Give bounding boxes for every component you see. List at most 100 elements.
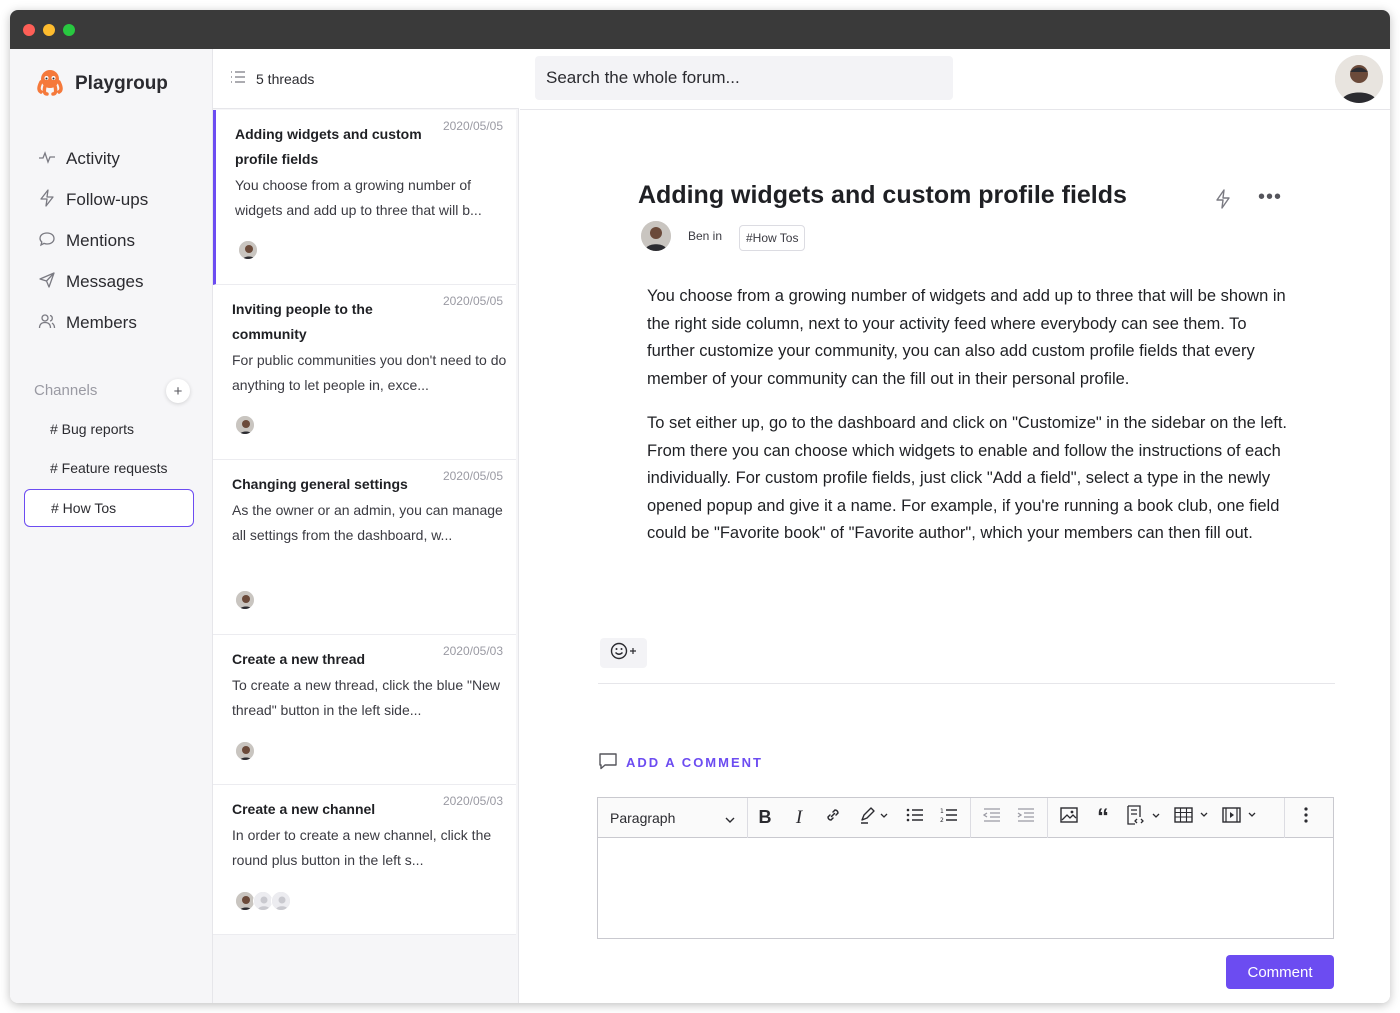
thread-excerpt: For public communities you don't need to… <box>232 352 507 393</box>
bulleted-list-icon <box>906 807 924 828</box>
nav-item-label: Activity <box>66 149 120 168</box>
thread-list-header: 5 threads <box>213 49 519 109</box>
thread-item[interactable]: Changing general settings 2020/05/05 As … <box>213 460 516 635</box>
italic-button[interactable]: I <box>782 798 816 838</box>
thread-excerpt: As the owner or an admin, you can manage… <box>232 502 503 543</box>
minimize-window-button[interactable] <box>43 24 55 36</box>
paragraph-format-value: Paragraph <box>610 809 676 826</box>
thread-title: Changing general settings <box>232 476 408 492</box>
brand-name: Playgroup <box>75 73 168 94</box>
avatar <box>235 415 255 435</box>
activity-icon <box>38 148 66 171</box>
send-icon <box>38 271 66 294</box>
thread-list: 5 threads Adding widgets and custom prof… <box>213 49 519 1003</box>
post-author: Ben in <box>688 229 723 243</box>
thread-title: Create a new thread <box>232 651 366 667</box>
bolt-icon <box>38 188 66 212</box>
brand[interactable]: Playgroup <box>35 69 168 99</box>
thread-item[interactable]: Create a new channel 2020/05/03 In order… <box>213 785 516 935</box>
user-avatar[interactable] <box>1335 55 1383 103</box>
toolbar-separator <box>970 797 971 838</box>
bold-button[interactable]: B <box>748 798 782 838</box>
svg-text:2: 2 <box>940 817 944 823</box>
add-reaction-button[interactable] <box>600 638 647 668</box>
submit-comment-button[interactable]: Comment <box>1226 955 1334 989</box>
thread-title: Adding widgets and custom profile fields <box>235 126 422 167</box>
octopus-logo-icon <box>35 68 65 101</box>
code-block-icon <box>1126 805 1162 830</box>
link-icon <box>824 806 842 829</box>
thread-participants <box>235 741 255 761</box>
thread-excerpt: To create a new thread, click the blue "… <box>232 677 500 718</box>
blockquote-button[interactable]: “ <box>1086 798 1120 838</box>
indent-icon <box>1017 807 1035 828</box>
add-channel-button[interactable]: + <box>166 379 190 403</box>
outdent-button[interactable] <box>975 798 1009 838</box>
comment-icon <box>598 752 626 773</box>
channel-feature-requests[interactable]: # Feature requests <box>24 449 194 487</box>
nav-item-label: Follow-ups <box>66 190 149 209</box>
list-icon <box>230 70 256 87</box>
more-options-icon[interactable]: ••• <box>1258 186 1282 209</box>
editor-toolbar: Paragraph B I 12 “ <box>598 797 1333 838</box>
nav-item-mentions[interactable]: Mentions <box>38 227 135 255</box>
avatar <box>235 891 255 911</box>
avatar-placeholder <box>253 891 273 911</box>
avatar <box>235 741 255 761</box>
italic-icon: I <box>795 806 803 828</box>
people-icon <box>38 312 66 335</box>
insert-table-button[interactable] <box>1168 798 1216 838</box>
channel-tag[interactable]: #How Tos <box>739 225 806 251</box>
avatar <box>238 240 258 260</box>
thread-participants <box>235 415 255 435</box>
thread-item[interactable]: Inviting people to the community 2020/05… <box>213 285 516 460</box>
channel-how-tos[interactable]: # How Tos <box>24 489 194 527</box>
nav-item-activity[interactable]: Activity <box>38 145 120 173</box>
image-icon <box>1060 807 1078 828</box>
app-window: Playgroup Activity Follow-ups Mentions M… <box>10 10 1390 1003</box>
nav-item-label: Messages <box>66 272 144 291</box>
nav-item-messages[interactable]: Messages <box>38 268 143 296</box>
insert-image-button[interactable] <box>1052 798 1086 838</box>
thread-excerpt: You choose from a growing number of widg… <box>235 177 482 218</box>
highlighter-icon <box>858 806 890 829</box>
nav-item-follow-ups[interactable]: Follow-ups <box>38 186 148 214</box>
thread-item[interactable]: Create a new thread 2020/05/03 To create… <box>213 635 516 785</box>
outdent-icon <box>982 807 1001 828</box>
highlight-button[interactable] <box>850 798 898 838</box>
more-tools-button[interactable] <box>1289 798 1323 838</box>
author-avatar[interactable] <box>641 221 671 251</box>
nav-item-label: Mentions <box>66 231 135 250</box>
maximize-window-button[interactable] <box>63 24 75 36</box>
nav-item-members[interactable]: Members <box>38 309 137 337</box>
table-icon <box>1174 807 1210 828</box>
thread-date: 2020/05/05 <box>442 469 503 483</box>
thread-date: 2020/05/05 <box>442 294 503 308</box>
code-block-button[interactable] <box>1120 798 1168 838</box>
quote-icon: “ <box>1097 803 1109 831</box>
thread-date: 2020/05/03 <box>442 644 503 658</box>
thread-date: 2020/05/05 <box>442 119 503 133</box>
thread-item[interactable]: Adding widgets and custom profile fields… <box>213 110 516 285</box>
insert-media-button[interactable] <box>1216 798 1264 838</box>
chat-bubble-icon <box>38 230 66 253</box>
search-input[interactable]: Search the whole forum... <box>535 56 953 100</box>
thread-excerpt: In order to create a new channel, click … <box>232 827 492 868</box>
sidebar: Playgroup Activity Follow-ups Mentions M… <box>10 49 213 1003</box>
bold-icon: B <box>758 807 772 827</box>
post-paragraph: You choose from a growing number of widg… <box>647 287 1286 388</box>
media-icon <box>1222 807 1258 828</box>
comment-text-area[interactable] <box>598 839 1333 938</box>
comment-editor: Paragraph B I 12 “ <box>597 797 1334 939</box>
close-window-button[interactable] <box>23 24 35 36</box>
numbered-list-button[interactable]: 12 <box>932 798 966 838</box>
add-comment-link[interactable]: ADD A COMMENT <box>598 752 763 773</box>
toolbar-separator <box>1284 797 1285 838</box>
thread-participants <box>235 891 291 911</box>
link-button[interactable] <box>816 798 850 838</box>
bolt-icon[interactable] <box>1214 189 1232 214</box>
bulleted-list-button[interactable] <box>898 798 932 838</box>
paragraph-format-select[interactable]: Paragraph <box>598 797 748 838</box>
indent-button[interactable] <box>1009 798 1043 838</box>
channel-bug-reports[interactable]: # Bug reports <box>24 410 194 448</box>
